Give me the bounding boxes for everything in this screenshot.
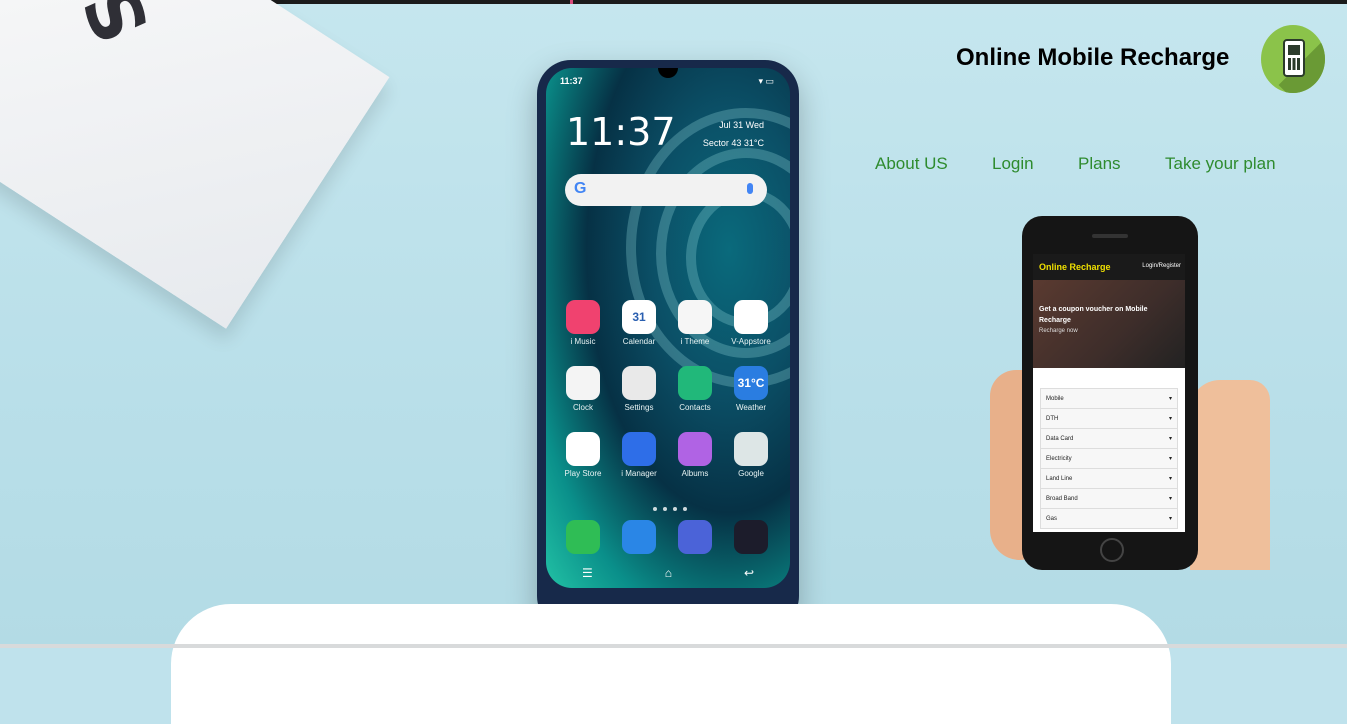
google-icon: G [574,180,587,197]
dock-icon-2 [669,520,721,557]
mini-service-row: Data Card ▾ [1040,429,1178,449]
content-card [171,604,1171,724]
chevron-down-icon: ▾ [1168,456,1172,462]
app-icon-10: Albums [669,432,721,478]
nav-plans[interactable]: Plans [1078,154,1121,174]
app-icon-7: 31°C Weather [725,366,777,412]
chevron-down-icon: ▾ [1168,516,1172,522]
app-icon-5: Settings [613,366,665,412]
nav-take-your-plan[interactable]: Take your plan [1165,154,1276,174]
site-title: Online Mobile Recharge [956,44,1230,71]
mini-service-list: Mobile ▾ DTH ▾ Data Card ▾ Electricity ▾ Land Li… [1040,388,1178,529]
phone-status-time: 11:37 [560,76,583,86]
app-icon-1: 31 Calendar [613,300,665,346]
app-icon-3: V-Appstore [725,300,777,346]
box-logo-text: S1 [43,0,167,54]
mini-banner: Get a coupon voucher on Mobile Recharge … [1033,280,1185,368]
app-icon-11: Google [725,432,777,478]
mobile-phone-icon [1261,25,1325,93]
dock-icon-1 [613,520,665,557]
dock-icon-3 [725,520,777,557]
hero-phone-image: 11:37 ▾ ▭ 11:37 Jul 31 Wed Sector 43 31°… [537,60,799,630]
chevron-down-icon: ▾ [1168,496,1172,502]
nav-login[interactable]: Login [992,154,1034,174]
phone-date: Jul 31 Wed Sector 43 31°C [702,120,764,148]
app-icon-8: Play Store [557,432,609,478]
mini-service-row: Land Line ▾ [1040,469,1178,489]
app-icon-2: i Theme [669,300,721,346]
mini-brand: Online Recharge [1039,262,1111,272]
mini-service-row: DTH ▾ [1040,409,1178,429]
app-icon-9: i Manager [613,432,665,478]
phone-screen: 11:37 ▾ ▭ 11:37 Jul 31 Wed Sector 43 31°… [546,68,790,588]
chevron-down-icon: ▾ [1168,436,1172,442]
phone-battery-icon: ▾ ▭ [758,76,774,86]
mini-service-row: Broad Band ▾ [1040,489,1178,509]
home-button-icon [1100,538,1124,562]
nav-about-us[interactable]: About US [875,154,948,174]
phone-nav-bar: ☰ ⌂ ↩ [581,566,754,580]
mini-service-row: Electricity ▾ [1040,449,1178,469]
hand-phone-image: Online Recharge Login/Register Get a cou… [1022,216,1198,570]
dock-icon-0 [557,520,609,557]
mic-icon [747,183,753,194]
app-icon-0: i Music [557,300,609,346]
mini-service-row: Gas ▾ [1040,509,1178,529]
product-box: S1 [0,0,390,329]
page-dots [650,498,690,516]
app-icon-4: Clock [557,366,609,412]
google-search-bar: G [565,174,767,206]
mini-login: Login/Register [1142,263,1181,269]
bottom-divider [0,644,1347,648]
chevron-down-icon: ▾ [1168,396,1172,402]
phone-clock: 11:37 [566,110,676,154]
chevron-down-icon: ▾ [1168,476,1172,482]
chevron-down-icon: ▾ [1168,416,1172,422]
mini-service-row: Mobile ▾ [1040,388,1178,409]
app-icon-6: Contacts [669,366,721,412]
mini-site-screen: Online Recharge Login/Register Get a cou… [1033,254,1185,532]
